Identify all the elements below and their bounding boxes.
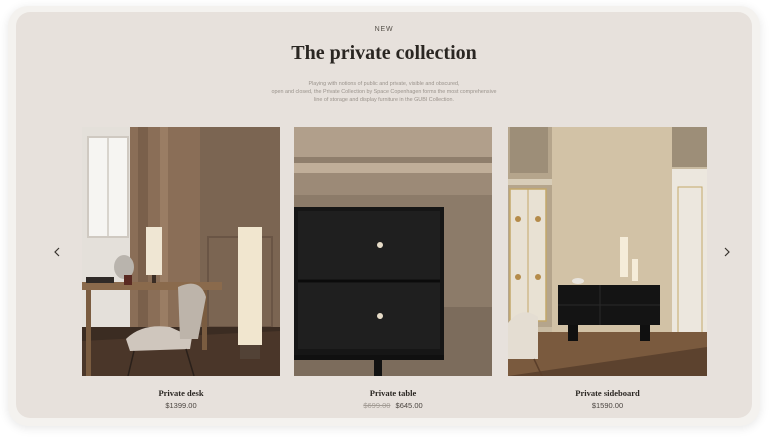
- product-current-price: $645.00: [395, 401, 423, 410]
- description-line: open and closed, the Private Collection …: [271, 89, 497, 95]
- table-drawers-photo: [294, 127, 492, 376]
- product-current-price: $1590.00: [591, 401, 624, 410]
- chevron-left-icon: [54, 247, 60, 257]
- desk-room-photo: [82, 127, 280, 376]
- product-card-private-desk[interactable]: Private desk $1399.00: [82, 127, 280, 410]
- description-line: Playing with notions of public and priva…: [308, 81, 460, 87]
- product-original-price: $699.00: [363, 401, 391, 410]
- product-image[interactable]: [508, 127, 707, 376]
- product-current-price: $1399.00: [165, 401, 197, 410]
- collection-panel: NEW The private collection Playing with …: [16, 12, 752, 418]
- chevron-right-icon: [724, 247, 730, 257]
- carousel-prev-button[interactable]: [50, 245, 64, 259]
- carousel-next-button[interactable]: [720, 245, 734, 259]
- product-price: $699.00 $645.00: [294, 401, 492, 410]
- product-name[interactable]: Private desk: [82, 388, 280, 398]
- product-image[interactable]: [82, 127, 280, 376]
- product-price: $1399.00: [82, 401, 280, 410]
- sideboard-hall-photo: [508, 127, 707, 376]
- product-name[interactable]: Private table: [294, 388, 492, 398]
- product-name[interactable]: Private sideboard: [508, 388, 707, 398]
- eyebrow-label: NEW: [374, 26, 394, 33]
- description-line: line of storage and display furniture in…: [314, 97, 454, 103]
- product-card-private-table[interactable]: Private table $699.00 $645.00: [294, 127, 492, 410]
- section-title: The private collection: [291, 42, 477, 64]
- section-description: Playing with notions of public and priva…: [264, 80, 504, 104]
- product-price: $1590.00: [508, 401, 707, 410]
- product-card-private-sideboard[interactable]: Private sideboard $1590.00: [508, 127, 707, 410]
- product-image[interactable]: [294, 127, 492, 376]
